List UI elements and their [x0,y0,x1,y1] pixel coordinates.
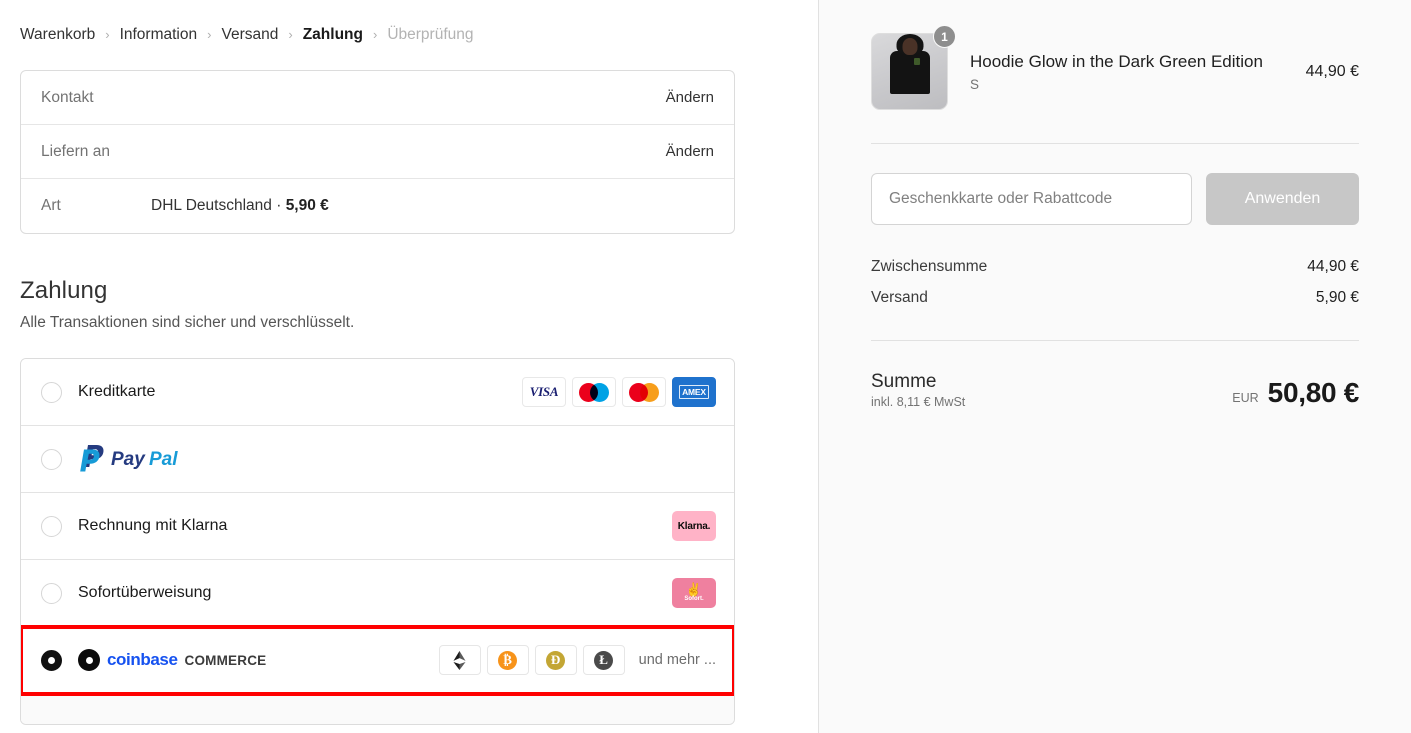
chevron-right-icon: › [372,26,378,42]
grand-total-label: Summe [871,371,937,392]
card-brand-icons: VISA AMEX [522,377,716,407]
chevron-right-icon: › [288,26,293,42]
grand-total-amount: 50,80 € [1267,377,1360,408]
checkout-main: Warenkorb › Information › Versand › Zahl… [0,0,818,733]
line-item-info: Hoodie Glow in the Dark Green Edition S [948,51,1306,91]
payment-option-sofortueberweisung[interactable]: Sofortüberweisung ✌ Sofort. [21,560,734,627]
review-row-kontakt: Kontakt Ändern [21,71,734,125]
litecoin-icon: Ł [582,645,625,675]
payment-label-sofortueberweisung: Sofortüberweisung [78,584,212,601]
shipping-method-name: DHL Deutschland · [151,197,286,214]
klarna-badge-text: Klarna. [677,520,711,532]
product-variant: S [970,76,980,92]
payment-option-kreditkarte[interactable]: Kreditkarte VISA AMEX [21,359,734,426]
chevron-right-icon: › [207,26,212,42]
apply-discount-button[interactable]: Anwenden [1206,173,1359,225]
total-row-versand: Versand 5,90 € [871,289,1359,307]
value-zwischensumme: 44,90 € [1307,258,1359,275]
radio-kreditkarte[interactable] [41,381,62,403]
label-zwischensumme: Zwischensumme [871,258,988,275]
breadcrumb: Warenkorb › Information › Versand › Zahl… [0,0,818,44]
value-versand: 5,90 € [1315,289,1359,306]
chevron-right-icon: › [105,26,110,42]
payment-option-klarna[interactable]: Rechnung mit Klarna Klarna. [21,493,734,560]
paypal-logo: Pay Pal [78,442,716,477]
currency-code: EUR [1232,391,1259,405]
breadcrumb-item-information[interactable]: Information [120,26,198,44]
visa-icon: VISA [522,377,566,407]
svg-text:Pal: Pal [149,449,178,470]
dogecoin-icon: Đ [534,645,577,675]
coinbase-commerce-text: COMMERCE [184,652,267,668]
payment-section-header: Zahlung Alle Transaktionen sind sicher u… [20,277,818,332]
coinbase-brand-text: coinbase [107,650,178,669]
bitcoin-icon: ₿ [486,645,529,675]
order-summary-panel: 1 Hoodie Glow in the Dark Green Edition … [818,0,1411,733]
review-label-art: Art [41,197,61,214]
order-review-card: Kontakt Ändern Liefern an Ändern Art DHL… [20,70,735,234]
divider [871,143,1359,144]
breadcrumb-item-ueberpruefung: Überprüfung [387,26,474,43]
breadcrumb-item-versand[interactable]: Versand [221,26,278,44]
product-title: Hoodie Glow in the Dark Green Edition [970,52,1263,72]
breadcrumb-item-zahlung: Zahlung [302,26,363,43]
payment-label-kreditkarte: Kreditkarte [78,383,156,400]
ethereum-icon [438,645,481,675]
crypto-icons: ₿ Đ Ł und mehr ... [438,645,716,675]
radio-coinbase-commerce[interactable] [41,649,62,671]
review-row-liefern-an: Liefern an Ändern [21,125,734,179]
grand-total-right: EUR 50,80 € [1232,377,1359,409]
quantity-badge: 1 [933,25,956,48]
discount-form: Anwenden [871,173,1359,225]
product-thumbnail-wrapper: 1 [871,25,956,110]
payment-label-klarna: Rechnung mit Klarna [78,517,228,534]
total-row-zwischensumme: Zwischensumme 44,90 € [871,258,1359,276]
radio-sofortueberweisung[interactable] [41,582,62,604]
change-liefern-an-link[interactable]: Ändern [666,143,714,160]
order-line-item: 1 Hoodie Glow in the Dark Green Edition … [871,0,1359,110]
payment-option-paypal[interactable]: Pay Pal [21,426,734,493]
checkout-page: Warenkorb › Information › Versand › Zahl… [0,0,1411,733]
radio-paypal[interactable] [41,448,62,470]
grand-total-tax-note: inkl. 8,11 € MwSt [871,395,966,409]
peace-hand-icon: ✌ [685,582,703,597]
radio-klarna[interactable] [41,515,62,537]
coinbase-commerce-logo: coinbase COMMERCE [78,649,439,671]
highlighted-payment-option-wrapper: coinbase COMMERCE ₿ Đ Ł und mehr ... [21,625,734,696]
grand-total-left: Summe inkl. 8,11 € MwSt [871,371,965,409]
discount-code-input[interactable] [871,173,1192,225]
sofort-badge-text: Sofort. [684,596,704,602]
coinbase-mark-icon [78,649,100,671]
totals-section: Zwischensumme 44,90 € Versand 5,90 € [871,258,1359,307]
label-versand: Versand [871,289,928,306]
more-crypto-text: und mehr ... [638,652,716,668]
review-label-liefern-an: Liefern an [41,142,110,160]
breadcrumb-item-warenkorb[interactable]: Warenkorb [20,26,95,44]
review-row-art: Art DHL Deutschland · 5,90 € [21,179,734,233]
grand-total-row: Summe inkl. 8,11 € MwSt EUR 50,80 € [871,371,1359,409]
paypal-logo-icon: Pay Pal [80,444,178,471]
payment-subtitle: Alle Transaktionen sind sicher und versc… [20,314,355,331]
payment-option-coinbase-commerce[interactable]: coinbase COMMERCE ₿ Đ Ł und mehr ... [21,627,734,694]
review-value-art: DHL Deutschland · 5,90 € [151,197,714,215]
divider-totals [871,340,1359,341]
sofort-icon: ✌ Sofort. [672,578,716,608]
review-label-kontakt: Kontakt [41,88,94,106]
payment-method-list: Kreditkarte VISA AMEX Pay Pal Rechnung m… [20,358,735,725]
change-kontakt-link[interactable]: Ändern [666,89,714,106]
line-item-price: 44,90 € [1305,62,1359,80]
klarna-icon: Klarna. [672,511,716,541]
maestro-icon [572,377,616,407]
mastercard-icon [622,377,666,407]
svg-text:Pay: Pay [111,449,146,470]
payment-option-partial-next[interactable] [21,694,734,724]
shipping-method-price: 5,90 € [285,197,329,214]
amex-icon: AMEX [672,377,716,407]
page-title: Zahlung [20,277,108,304]
